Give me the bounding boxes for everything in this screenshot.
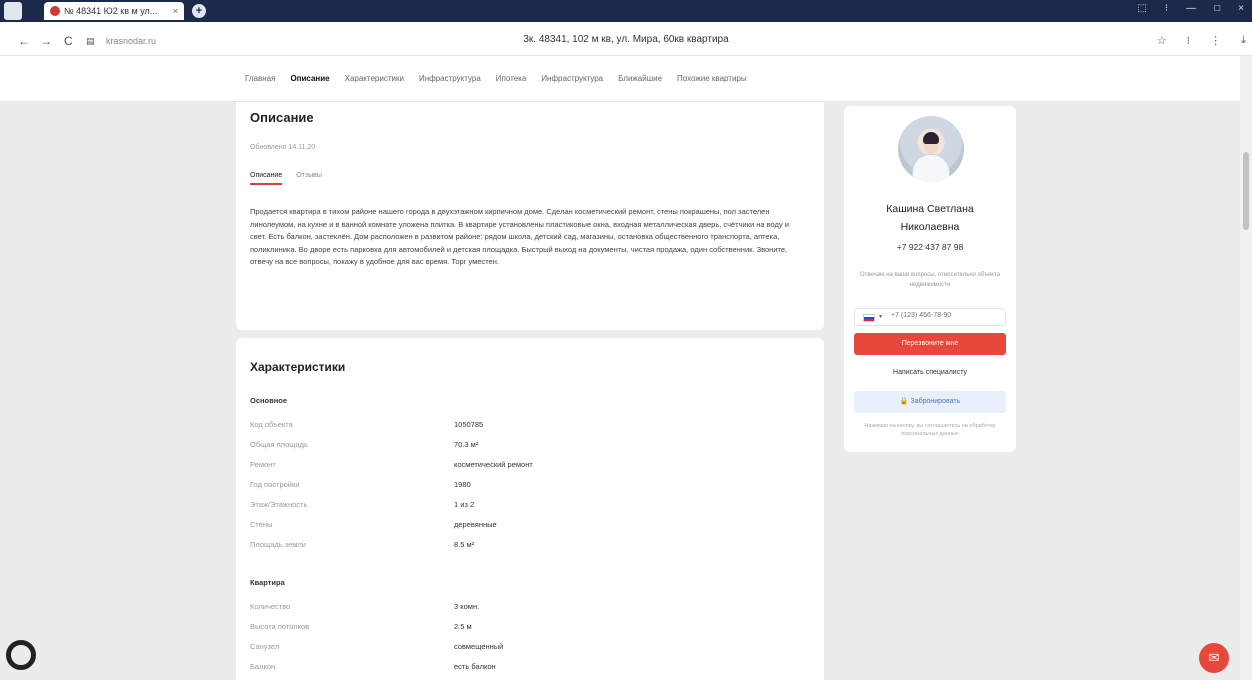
window-control-0[interactable]: ⬚ (1137, 3, 1146, 14)
table-row: Этаж/Этажность 1 из 2 (250, 500, 810, 520)
row-key: Стены (250, 520, 273, 529)
bookmark-icon[interactable]: ☆ (1157, 34, 1167, 47)
table-row: Ремонт косметический ремонт (250, 460, 810, 480)
tab-title: № 48341 Ю2 кв м ул... (64, 6, 158, 16)
minimize-icon[interactable]: — (1186, 3, 1196, 14)
window-control-1[interactable]: ⁝ (1165, 3, 1168, 14)
row-value: есть балкон (454, 662, 496, 671)
row-value: 1 из 2 (454, 500, 475, 509)
book-button[interactable]: 🔒 Забронировать (854, 391, 1006, 413)
row-key: Этаж/Этажность (250, 500, 308, 509)
agent-name: Кашина Светлана Николаевна (844, 200, 1016, 236)
agent-name-line2: Николаевна (900, 221, 960, 233)
avatar-body (912, 154, 950, 182)
row-value: 2.5 м (454, 622, 472, 631)
row-key: Балкон (250, 662, 276, 671)
download-icon[interactable]: ⤓ (1241, 34, 1246, 47)
section-label: Квартира (250, 578, 285, 587)
browser-toolbar: ☆ ⁝ ⋮ ⤓ (1157, 34, 1246, 47)
row-value: 70.3 м² (454, 440, 479, 449)
nav-item-active[interactable]: Описание (290, 74, 329, 83)
table-row: Общая площадь 70.3 м² (250, 440, 810, 460)
row-key: Общая площадь (250, 440, 308, 449)
nav-item[interactable]: Похожие квартиры (677, 74, 747, 83)
table-row: Стены деревянные (250, 520, 810, 540)
tab-reviews[interactable]: Отзывы (296, 172, 322, 185)
page-scrollbar[interactable] (1240, 56, 1252, 680)
page-title: 3к. 48341, 102 м кв, ул. Мира, 60кв квар… (523, 34, 729, 45)
menu-icon[interactable]: ⋮ (1210, 34, 1221, 47)
row-value: совмещенный (454, 642, 504, 651)
agent-phone[interactable]: +7 922 437 87 98 (844, 242, 1016, 252)
table-row: Высота потолков 2.5 м (250, 622, 810, 642)
more-icon[interactable]: ⁝ (1187, 34, 1191, 47)
description-title: Описание (250, 110, 314, 125)
table-row: Площадь земли 8.5 м² (250, 540, 810, 560)
row-key: Код объекта (250, 420, 293, 429)
description-tabs: Описание Отзывы (250, 172, 322, 185)
row-key: Высота потолков (250, 622, 310, 631)
agent-name-line1: Кашина Светлана (886, 203, 974, 215)
window-controls: ⬚ ⁝ — □ × (1137, 3, 1244, 14)
browser-menu-icon[interactable] (4, 2, 22, 20)
chat-icon[interactable]: ✉ (1199, 643, 1229, 673)
row-key: Количество (250, 602, 291, 611)
book-button-label: Забронировать (910, 398, 961, 405)
nav-item[interactable]: Ипотека (496, 74, 527, 83)
chevron-down-icon[interactable]: ▾ (879, 313, 882, 320)
row-value: 1050785 (454, 420, 484, 429)
close-window-icon[interactable]: × (1238, 3, 1244, 14)
russia-flag-icon[interactable] (863, 314, 875, 322)
row-value: 8.5 м² (454, 540, 475, 549)
nav-item[interactable]: Инфраструктура (419, 74, 481, 83)
browser-tab[interactable]: № 48341 Ю2 кв м ул... × (44, 2, 184, 20)
nav-item[interactable]: Главная (245, 74, 275, 83)
table-row: Код объекта 1050785 (250, 420, 810, 440)
section-label: Основное (250, 396, 288, 405)
agent-note: Отвечаю на ваши вопросы, относительно об… (859, 272, 1001, 288)
avatar (898, 116, 964, 182)
nav-item[interactable]: Инфраструктура (541, 74, 603, 83)
characteristics-card: Характеристики Основное Код объекта 1050… (236, 338, 824, 680)
message-specialist-button[interactable]: Написать специалисту (854, 362, 1006, 384)
site-section-nav: Главная Описание Характеристики Инфрастр… (0, 56, 1240, 102)
row-key: Санузел (250, 642, 280, 651)
table-row: Санузел совмещенный (250, 642, 810, 662)
favicon-icon (50, 6, 60, 16)
agent-card: Кашина Светлана Николаевна +7 922 437 87… (844, 106, 1016, 452)
table-row: Балкон есть балкон (250, 662, 810, 680)
characteristics-title: Характеристики (250, 360, 346, 374)
row-value: деревянные (454, 520, 497, 529)
tab-close-icon[interactable]: × (173, 6, 178, 16)
row-value: косметический ремонт (454, 460, 533, 469)
table-row: Год постройки 1980 (250, 480, 810, 500)
row-key: Ремонт (250, 460, 276, 469)
nav-item[interactable]: Ближайшие (618, 74, 662, 83)
accessibility-ring-icon[interactable] (6, 640, 36, 670)
phone-input[interactable] (891, 312, 991, 319)
consent-fine-print: Нажимая на кнопку, вы соглашаетесь на об… (864, 423, 996, 437)
browser-tab-bar: № 48341 Ю2 кв м ул... × + ⬚ ⁝ — □ × (0, 0, 1252, 22)
table-row: Количество 3 комн. (250, 602, 810, 622)
tab-description[interactable]: Описание (250, 172, 283, 185)
description-card: Описание Обновлено 14.11.20 Описание Отз… (236, 102, 824, 330)
scrollbar-thumb[interactable] (1243, 152, 1249, 230)
description-text: Продается квартира в тихом районе нашего… (250, 207, 789, 266)
lock-icon: 🔒 (899, 398, 909, 405)
description-updated: Обновлено 14.11.20 (250, 144, 316, 151)
avatar-hair (923, 132, 939, 144)
row-key: Площадь земли (250, 540, 306, 549)
row-key: Год постройки (250, 480, 300, 489)
call-me-button[interactable]: Перезвоните мне (854, 333, 1006, 355)
nav-item[interactable]: Характеристики (345, 74, 404, 83)
address-bar: ← → C ▤ krasnodar.ru 3к. 48341, 102 м кв… (0, 22, 1252, 56)
row-value: 3 комн. (454, 602, 480, 611)
new-tab-button[interactable]: + (192, 4, 206, 18)
row-value: 1980 (454, 480, 471, 489)
maximize-icon[interactable]: □ (1214, 3, 1220, 14)
phone-field[interactable]: ▾ (854, 308, 1006, 326)
